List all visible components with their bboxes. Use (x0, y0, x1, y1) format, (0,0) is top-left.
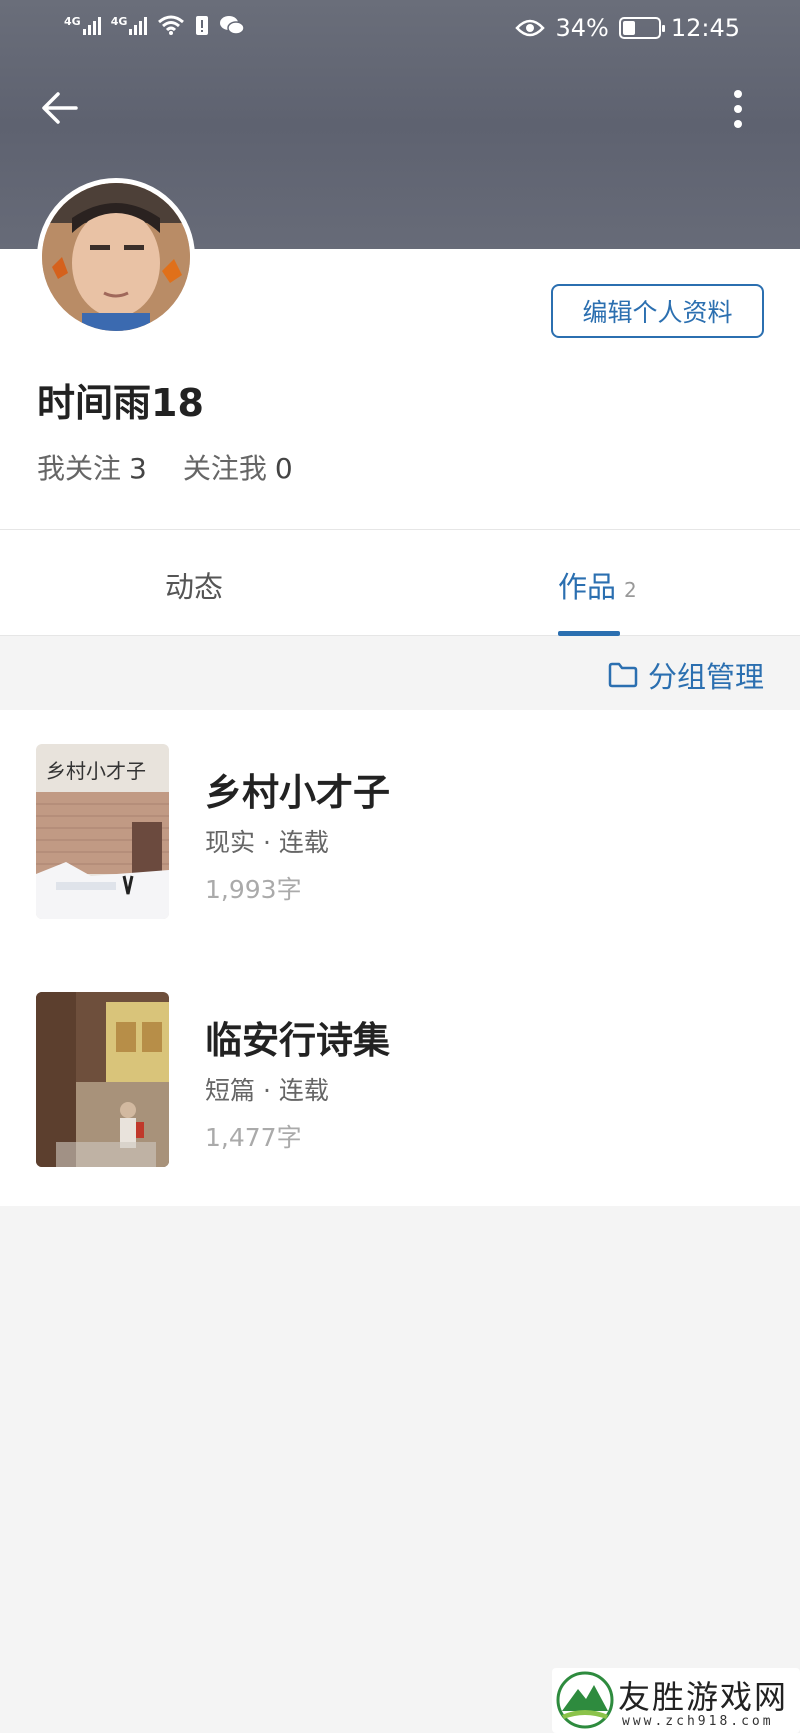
signal-2-label: 4G (110, 15, 128, 28)
book-cover: 乡村小才子 (36, 744, 169, 919)
username: 时间雨18 (37, 381, 204, 425)
more-options-button[interactable] (720, 86, 756, 132)
following-label: 我关注 (37, 452, 122, 485)
wifi-icon (158, 15, 185, 35)
battery-percent: 34% (555, 14, 609, 42)
edit-profile-button[interactable]: 编辑个人资料 (551, 284, 764, 338)
work-title: 临安行诗集 (205, 1019, 390, 1062)
status-bar: 4G 4G 34% 12:45 (0, 0, 800, 60)
tab-works-count: 2 (624, 578, 637, 602)
followers-count: 0 (274, 452, 293, 485)
watermark-text: 友胜游戏网 (618, 1678, 789, 1716)
clock: 12:45 (670, 14, 740, 42)
tab-bar: 动态 作品 2 (0, 529, 800, 636)
work-word-count: 1,993字 (205, 875, 302, 904)
group-manage-label: 分组管理 (647, 660, 764, 694)
avatar-photo (42, 183, 190, 331)
cover-title-text: 乡村小才子 (46, 759, 146, 783)
battery-icon (618, 17, 665, 39)
work-meta: 短篇 · 连载 (205, 1076, 329, 1105)
battery-alert-icon (196, 16, 209, 35)
group-manage-button[interactable]: 分组管理 (608, 654, 764, 696)
wechat-icon (220, 16, 246, 35)
tab-works-label: 作品 (558, 570, 617, 604)
work-word-count: 1,477字 (205, 1123, 302, 1152)
follow-stats: 我关注 3 关注我 0 (37, 447, 293, 487)
following-link[interactable]: 我关注 3 (37, 447, 147, 487)
works-list: 乡村小才子 乡村小才子 现实 · 连载 1,993字 临安行诗集 短篇 · 连载… (0, 710, 800, 1206)
more-vertical-icon (734, 90, 742, 128)
cellular-signal-2-icon: 4G (111, 15, 148, 35)
mountain-logo-icon (556, 1671, 614, 1729)
watermark-url: www.zch918.com (622, 1714, 774, 1729)
eye-icon (515, 19, 546, 37)
followers-link[interactable]: 关注我 0 (183, 447, 293, 487)
followers-label: 关注我 (182, 452, 267, 485)
work-meta: 现实 · 连载 (205, 828, 329, 857)
work-item[interactable]: 乡村小才子 乡村小才子 现实 · 连载 1,993字 (0, 710, 800, 958)
book-cover (36, 992, 169, 1167)
tab-works[interactable]: 作品 2 (558, 564, 637, 606)
work-title: 乡村小才子 (205, 771, 390, 814)
group-bar: 分组管理 (0, 636, 800, 710)
site-watermark: 友胜游戏网 www.zch918.com (552, 1668, 800, 1733)
back-button[interactable] (40, 88, 80, 128)
tab-dynamic[interactable]: 动态 (165, 564, 223, 606)
arrow-left-icon (42, 92, 78, 124)
avatar[interactable] (37, 178, 195, 336)
folder-icon (608, 662, 638, 688)
following-count: 3 (129, 452, 147, 485)
signal-1-label: 4G (64, 15, 81, 28)
cellular-signal-1-icon: 4G (64, 15, 101, 35)
work-item[interactable]: 临安行诗集 短篇 · 连载 1,477字 (0, 958, 800, 1206)
